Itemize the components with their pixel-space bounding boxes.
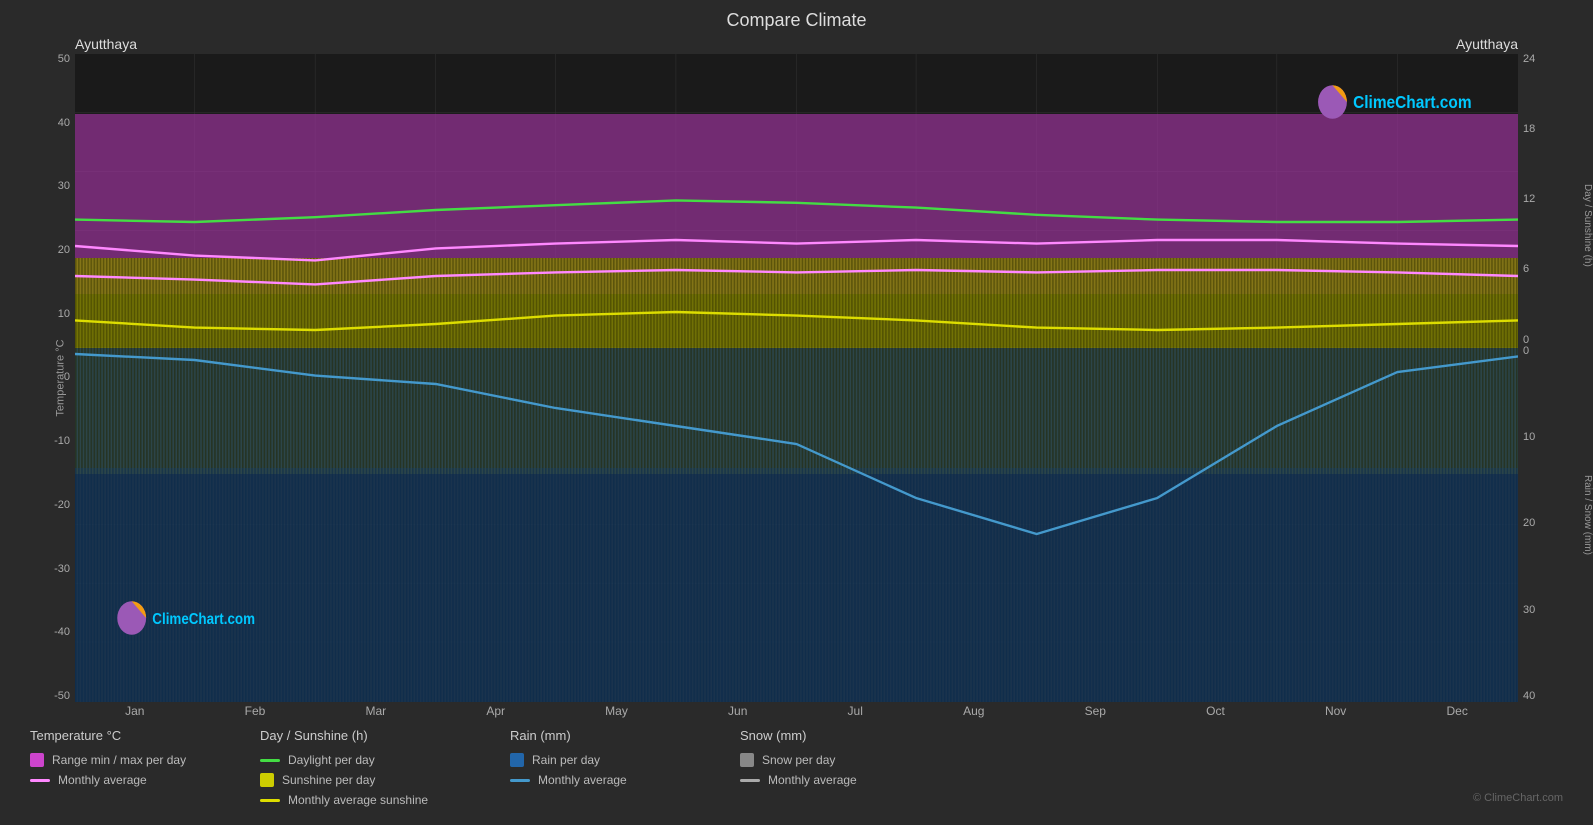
legend-rain-box-icon [510,753,524,767]
legend-sunshine-box: Sunshine per day [260,773,480,787]
month-dec: Dec [1446,704,1467,718]
legend-rain: Rain (mm) Rain per day Monthly average [510,728,710,807]
y-axis-left: 50 40 30 20 10 0 -10 -20 -30 -40 -50 Tem… [20,54,75,702]
chart-svg: ClimeChart.com ClimeChart.com [75,54,1518,702]
legend-daylight-label: Daylight per day [288,753,375,767]
tick-0mm: 0 [1523,346,1535,357]
month-feb: Feb [245,704,266,718]
y-axis-right-bottom-label: Rain / Snow (mm) [1582,475,1593,555]
tick-20: 20 [58,245,70,256]
month-nov: Nov [1325,704,1346,718]
tick-20mm: 20 [1523,518,1535,529]
legend-sunshine-avg: Monthly average sunshine [260,793,480,807]
y-axis-left-label: Temperature °C [55,339,67,416]
tick-50: 50 [58,54,70,65]
tick-30: 30 [58,181,70,192]
month-aug: Aug [963,704,984,718]
legend-sunshine: Day / Sunshine (h) Daylight per day Suns… [260,728,480,807]
legend-rain-box: Rain per day [510,753,710,767]
right-ticks-top: 24 18 12 6 0 [1518,54,1535,346]
legend-temp-avg-label: Monthly average [58,773,147,787]
legend-temperature-title: Temperature °C [30,728,230,743]
legend-snow-box: Snow per day [740,753,940,767]
legend-sunshine-box-icon [260,773,274,787]
month-apr: Apr [486,704,505,718]
legend-rain-title: Rain (mm) [510,728,710,743]
legend-snow-title: Snow (mm) [740,728,940,743]
x-axis-months: Jan Feb Mar Apr May Jun Jul Aug Sep Oct … [75,702,1518,720]
tick-n30: -30 [54,564,70,575]
y-axis-right-top-label: Day / Sunshine (h) [1582,184,1593,267]
legend-temp-range-icon [30,753,44,767]
chart-svg-container: ClimeChart.com ClimeChart.com [75,54,1518,702]
copyright-container: © ClimeChart.com [970,728,1563,807]
month-jun: Jun [728,704,747,718]
legend-daylight-icon [260,759,280,762]
legend-sunshine-avg-icon [260,799,280,802]
legend-snow-box-label: Snow per day [762,753,835,767]
copyright-text: © ClimeChart.com [1473,792,1563,804]
legend-temp-range-label: Range min / max per day [52,753,186,767]
legend-temp-range: Range min / max per day [30,753,230,767]
legend-rain-avg-label: Monthly average [538,773,627,787]
svg-text:ClimeChart.com: ClimeChart.com [152,611,255,628]
legend-sunshine-title: Day / Sunshine (h) [260,728,480,743]
y-axis-right: 24 18 12 6 0 0 10 20 30 40 Day / Sunshin… [1518,54,1573,702]
legend-rain-avg-icon [510,779,530,782]
legend-snow: Snow (mm) Snow per day Monthly average [740,728,940,807]
tick-6h: 6 [1523,264,1535,275]
tick-40mm: 40 [1523,691,1535,702]
tick-n40: -40 [54,627,70,638]
legend-area: Temperature °C Range min / max per day M… [20,720,1573,815]
tick-24h: 24 [1523,54,1535,65]
legend-rain-box-label: Rain per day [532,753,600,767]
legend-sunshine-box-label: Sunshine per day [282,773,375,787]
tick-n50: -50 [54,691,70,702]
legend-daylight: Daylight per day [260,753,480,767]
month-jul: Jul [848,704,863,718]
tick-10mm: 10 [1523,432,1535,443]
page-container: Compare Climate Ayutthaya Ayutthaya 50 4… [0,0,1593,825]
tick-n10: -10 [54,436,70,447]
tick-10: 10 [58,309,70,320]
legend-temp-avg-icon [30,779,50,782]
svg-text:ClimeChart.com: ClimeChart.com [1353,92,1471,112]
tick-n20: -20 [54,500,70,511]
legend-temp-avg: Monthly average [30,773,230,787]
tick-0h: 0 [1523,335,1535,346]
tick-30mm: 30 [1523,605,1535,616]
location-label-right: Ayutthaya [1456,36,1518,52]
legend-snow-avg-icon [740,779,760,782]
legend-snow-avg-label: Monthly average [768,773,857,787]
month-sep: Sep [1085,704,1106,718]
location-label-left: Ayutthaya [75,36,137,52]
tick-18h: 18 [1523,124,1535,135]
right-ticks-bottom: 0 10 20 30 40 [1518,346,1535,702]
legend-temperature: Temperature °C Range min / max per day M… [30,728,230,807]
month-mar: Mar [365,704,386,718]
legend-snow-box-icon [740,753,754,767]
tick-12h: 12 [1523,194,1535,205]
chart-title: Compare Climate [20,10,1573,31]
legend-rain-avg: Monthly average [510,773,710,787]
legend-snow-avg: Monthly average [740,773,940,787]
month-jan: Jan [125,704,144,718]
month-oct: Oct [1206,704,1225,718]
legend-sunshine-avg-label: Monthly average sunshine [288,793,428,807]
tick-40: 40 [58,118,70,129]
month-may: May [605,704,628,718]
